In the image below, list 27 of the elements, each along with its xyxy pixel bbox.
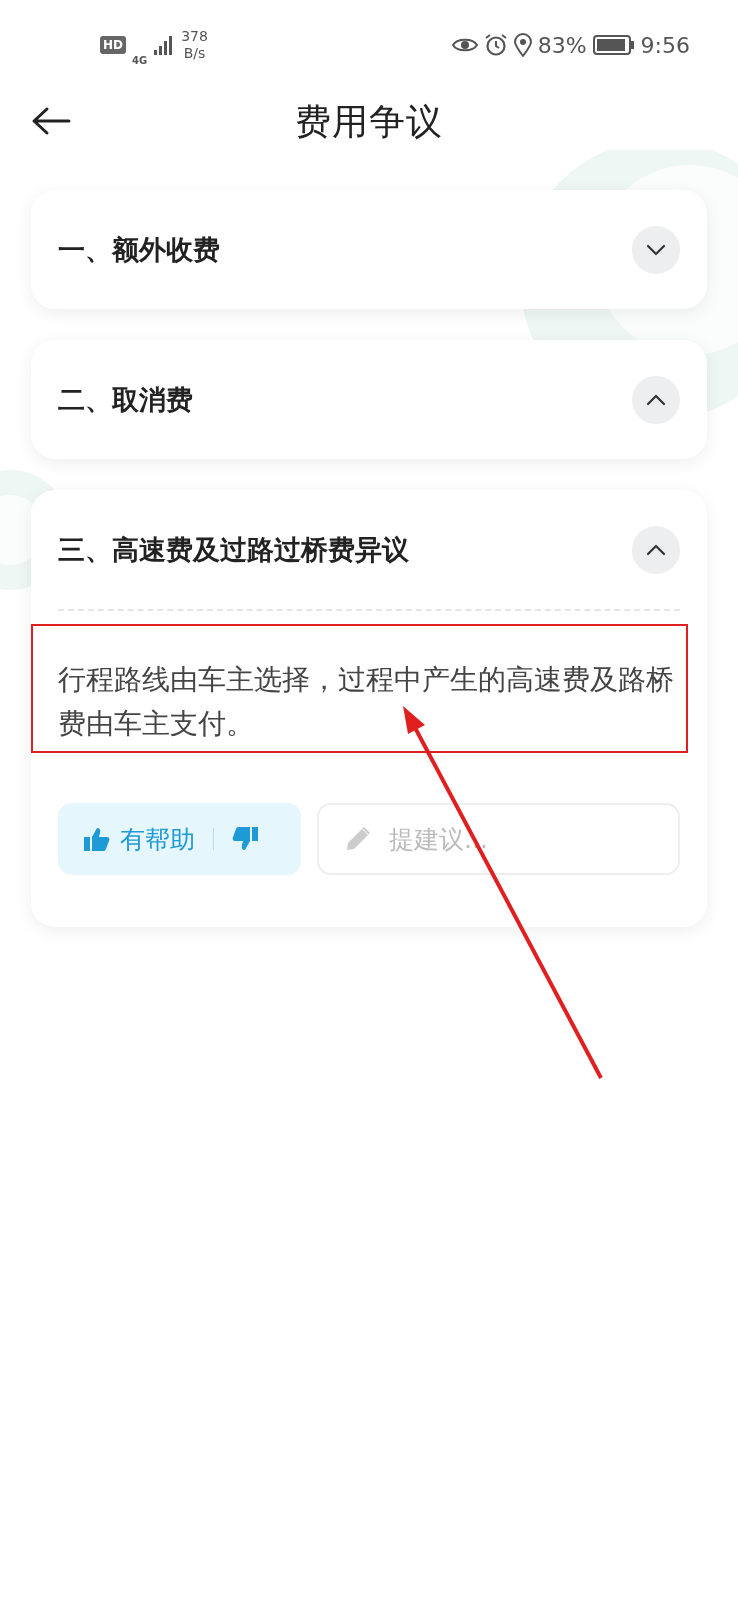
section-title: 一、额外收费 — [58, 232, 221, 267]
hd-indicator: HD — [100, 36, 126, 54]
alarm-icon — [483, 33, 508, 57]
section-title: 三、高速费及过路过桥费异议 — [58, 532, 410, 567]
chevron-up-icon — [646, 543, 666, 556]
thumbs-down-button[interactable] — [232, 827, 258, 851]
clock-time: 9:56 — [640, 32, 690, 58]
thumbs-up-icon — [84, 827, 110, 851]
page-title: 费用争议 — [295, 99, 443, 144]
speed-value: 378 — [181, 28, 208, 45]
pencil-icon — [345, 826, 371, 852]
helpful-button[interactable]: 有帮助 — [84, 822, 195, 856]
chevron-up-icon — [646, 393, 666, 406]
toggle-button[interactable] — [632, 375, 680, 424]
toggle-button[interactable] — [632, 225, 680, 274]
toggle-button[interactable] — [632, 525, 680, 574]
network-type: 4G — [132, 54, 148, 66]
back-arrow-icon — [31, 105, 71, 136]
section-title: 二、取消费 — [58, 382, 194, 417]
thumbs-down-icon — [232, 827, 258, 851]
speed-unit: B/s — [183, 45, 206, 62]
answer-text: 行程路线由车主选择，过程中产生的高速费及路桥费由车主支付。 — [58, 662, 675, 742]
chevron-down-icon — [646, 243, 666, 256]
location-icon — [513, 33, 532, 57]
battery-icon — [592, 34, 635, 56]
eye-icon — [451, 36, 478, 54]
battery-percent: 83% — [537, 32, 587, 58]
